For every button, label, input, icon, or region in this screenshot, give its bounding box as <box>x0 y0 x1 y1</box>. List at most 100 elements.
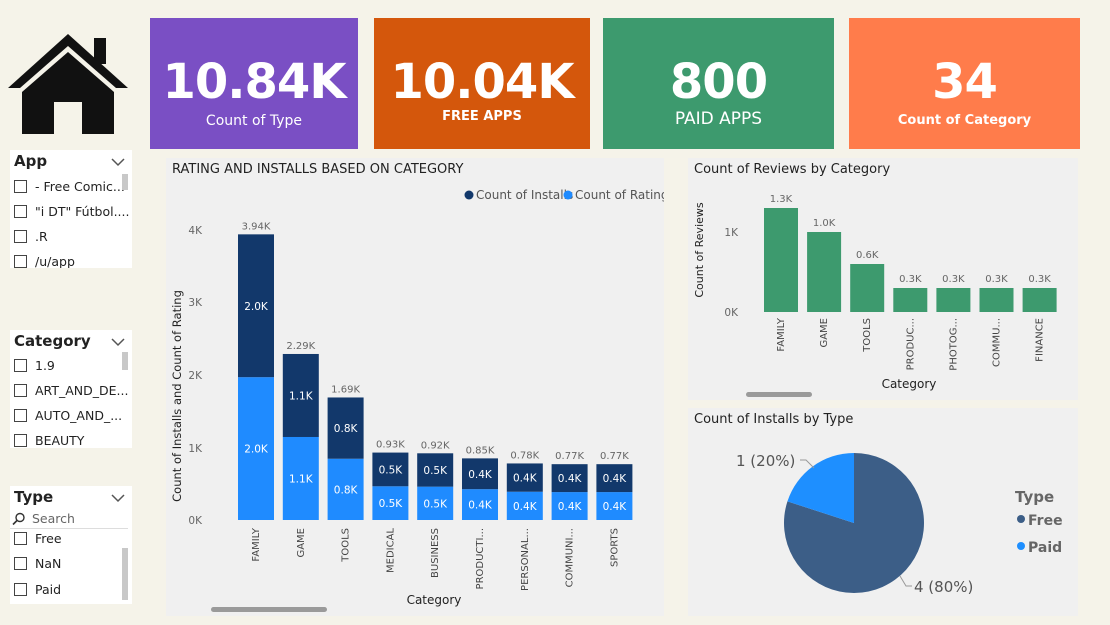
x-tick-label: FAMILY <box>251 527 262 561</box>
data-label-installs: 0.4K <box>468 469 493 481</box>
checkbox[interactable] <box>14 532 27 545</box>
slicer-item[interactable]: 1.9 <box>14 358 132 380</box>
home-button[interactable] <box>6 30 130 134</box>
slicer-item[interactable]: - Free Comic... <box>14 179 132 201</box>
data-label: 0.3K <box>942 274 965 285</box>
category-slicer: Category 1.9 ART_AND_DE... AUTO_AND_... … <box>10 330 132 448</box>
slicer-item[interactable]: Paid <box>14 582 132 604</box>
legend-label-free: Free <box>1028 513 1063 529</box>
slicer-item[interactable]: Free <box>14 531 132 553</box>
bar-reviews[interactable] <box>807 232 842 312</box>
checkbox[interactable] <box>14 180 27 193</box>
data-label-installs: 0.5K <box>379 464 404 476</box>
data-label-total: 0.78K <box>510 450 539 461</box>
kpi-label: Count of Category <box>897 113 1032 128</box>
kpi-label: PAID APPS <box>674 109 763 129</box>
horizontal-scrollbar[interactable] <box>211 607 327 612</box>
data-label-rating: 0.8K <box>334 484 359 496</box>
horizontal-scrollbar[interactable] <box>746 392 812 397</box>
kpi-count-of-category: 34 Count of Category <box>849 18 1080 149</box>
kpi-free-apps: 10.04K FREE APPS <box>374 18 590 149</box>
reviews-chart: Count of Reviews 0K 1K Category 1.3K FAMI… <box>693 194 1057 397</box>
slicer-title: Type <box>14 488 54 506</box>
data-label-total: 2.29K <box>286 341 315 352</box>
y-tick-label: 0K <box>188 515 203 527</box>
checkbox[interactable] <box>14 230 27 243</box>
checkbox[interactable] <box>14 583 27 596</box>
y-tick-label: 3K <box>188 297 203 309</box>
x-tick-label: COMMUNI... <box>565 528 576 587</box>
kpi-value: 34 <box>932 54 998 110</box>
x-tick-label: TOOLS <box>341 528 352 563</box>
search-box[interactable]: Search <box>10 510 128 529</box>
data-label-rating: 0.4K <box>603 501 628 513</box>
bar-reviews[interactable] <box>893 288 928 312</box>
slicer-item[interactable]: "i DT" Fútbol.... <box>14 204 132 226</box>
installs-by-type-chart: 1 (20%) 4 (80%) Type Free Paid <box>736 452 1063 596</box>
legend-marker-rating <box>563 190 573 200</box>
checkbox[interactable] <box>14 255 27 268</box>
legend-label-paid: Paid <box>1028 540 1062 556</box>
slicer-item[interactable]: NaN <box>14 556 132 578</box>
y-tick-label: 1K <box>188 443 203 455</box>
scrollbar[interactable] <box>122 548 128 600</box>
legend-label-rating: Count of Rating <box>575 188 664 202</box>
kpi-label: Count of Type <box>205 113 303 129</box>
slicer-item[interactable]: /u/app <box>14 254 132 268</box>
data-label-total: 0.77K <box>555 451 584 462</box>
x-axis-title: Category <box>407 593 462 607</box>
y-tick-label: 0K <box>724 307 739 319</box>
slicer-item[interactable]: .R <box>14 229 132 251</box>
data-label-installs: 0.4K <box>558 473 583 485</box>
installs-by-type-panel: Count of Installs by Type 1 (20%) 4 (80%)… <box>688 408 1078 616</box>
scrollbar[interactable] <box>122 174 128 190</box>
bar-reviews[interactable] <box>850 264 885 312</box>
rating-installs-chart-panel: RATING AND INSTALLS BASED ON CATEGORY Co… <box>166 158 664 616</box>
data-label-total: 0.92K <box>421 440 450 451</box>
chevron-down-icon[interactable] <box>110 334 126 350</box>
y-tick-label: 4K <box>188 225 203 237</box>
x-tick-label: FINANCE <box>1035 318 1046 362</box>
data-label-rating: 0.4K <box>558 501 583 513</box>
scrollbar[interactable] <box>122 352 128 370</box>
bar-reviews[interactable] <box>936 288 971 312</box>
slicer-item[interactable]: ART_AND_DE... <box>14 383 132 405</box>
slicer-title: Category <box>14 332 91 350</box>
y-axis-title: Count of Reviews <box>693 202 706 298</box>
x-tick-label: FAMILY <box>776 317 787 351</box>
search-icon <box>12 512 25 526</box>
slicer-title: App <box>14 152 48 170</box>
data-label: 0.3K <box>985 274 1008 285</box>
data-label-installs: 0.4K <box>603 473 628 485</box>
chevron-down-icon[interactable] <box>110 154 126 170</box>
y-axis-title: Count of Installs and Count of Rating <box>170 290 184 502</box>
data-label-installs: 1.1K <box>289 390 314 402</box>
data-label-total: 1.69K <box>331 384 360 395</box>
bar-reviews[interactable] <box>979 288 1014 312</box>
search-input[interactable]: Search <box>32 511 75 526</box>
chevron-down-icon[interactable] <box>110 490 126 506</box>
slicer-item[interactable]: BEAUTY <box>14 433 132 448</box>
checkbox[interactable] <box>14 557 27 570</box>
kpi-value: 10.84K <box>162 54 346 110</box>
kpi-label: FREE APPS <box>442 109 522 124</box>
x-tick-label: PERSONAL... <box>520 528 531 591</box>
x-axis-title: Category <box>882 377 937 391</box>
bar-reviews[interactable] <box>1022 288 1057 312</box>
pie-label-free: 4 (80%) <box>914 578 973 596</box>
x-tick-label: PRODUCTI... <box>475 528 486 589</box>
rating-installs-chart: Count of Installs Count of Rating Count … <box>170 188 664 612</box>
bar-reviews[interactable] <box>764 208 798 312</box>
pie-label-paid: 1 (20%) <box>736 452 795 470</box>
checkbox[interactable] <box>14 434 27 447</box>
y-tick-label: 2K <box>188 370 203 382</box>
data-label-installs: 0.4K <box>513 473 538 485</box>
x-tick-label: COMMU... <box>992 318 1003 367</box>
slicer-item[interactable]: AUTO_AND_... <box>14 408 132 430</box>
checkbox[interactable] <box>14 359 27 372</box>
checkbox[interactable] <box>14 205 27 218</box>
y-tick-label: 1K <box>724 227 739 239</box>
checkbox[interactable] <box>14 384 27 397</box>
x-tick-label: TOOLS <box>862 318 873 353</box>
checkbox[interactable] <box>14 409 27 422</box>
